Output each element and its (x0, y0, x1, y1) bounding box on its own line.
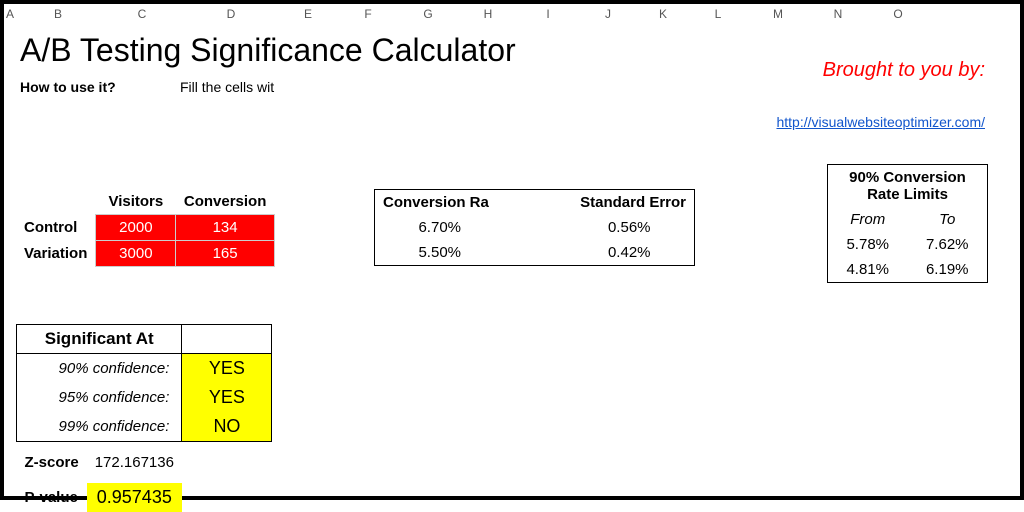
conf95-result: YES (182, 383, 272, 412)
col-j[interactable]: J (578, 4, 638, 24)
variation-stderr: 0.42% (565, 240, 695, 266)
conf99-result: NO (182, 412, 272, 442)
variation-visitors-input[interactable]: 3000 (96, 241, 176, 267)
col-a[interactable]: A (4, 4, 16, 24)
pvalue-value: 0.957435 (87, 483, 182, 512)
howto-label: How to use it? (20, 79, 180, 95)
col-b[interactable]: B (16, 4, 100, 24)
significance-table: Significant At 90% confidence:YES 95% co… (16, 324, 272, 512)
brought-by-text: Brought to you by: (823, 59, 985, 82)
conversion-rate-header: Conversion Ra (375, 190, 505, 216)
variation-label: Variation (16, 241, 96, 267)
col-n[interactable]: N (808, 4, 868, 24)
control-limit-from: 5.78% (828, 232, 908, 257)
limits-title: 90% Conversion Rate Limits (828, 165, 988, 208)
column-headers: A B C D E F G H I J K L M N O (4, 4, 1020, 24)
standard-error-header: Standard Error (565, 190, 695, 216)
variation-conversions-input[interactable]: 165 (176, 241, 275, 267)
control-limit-to: 7.62% (908, 232, 988, 257)
variation-limit-from: 4.81% (828, 257, 908, 283)
input-table: Visitors Conversion Control 2000 134 Var… (16, 189, 275, 267)
col-e[interactable]: E (278, 4, 338, 24)
control-rate: 6.70% (375, 215, 505, 240)
conf95-label: 95% confidence: (17, 383, 182, 412)
col-i[interactable]: I (518, 4, 578, 24)
visitors-header: Visitors (96, 189, 176, 215)
significant-at-title: Significant At (17, 325, 182, 354)
variation-rate: 5.50% (375, 240, 505, 266)
howto-text: Fill the cells wit (180, 79, 274, 95)
limits-to-header: To (908, 207, 988, 232)
conf90-result: YES (182, 354, 272, 384)
conversion-table: Conversion Ra Standard Error 6.70% 0.56%… (374, 189, 695, 266)
limits-from-header: From (828, 207, 908, 232)
zscore-label: Z-score (17, 450, 87, 475)
vwo-link[interactable]: http://visualwebsiteoptimizer.com/ (776, 114, 985, 130)
col-m[interactable]: M (748, 4, 808, 24)
col-d[interactable]: D (184, 4, 278, 24)
control-stderr: 0.56% (565, 215, 695, 240)
conf90-label: 90% confidence: (17, 354, 182, 384)
control-visitors-input[interactable]: 2000 (96, 215, 176, 241)
col-f[interactable]: F (338, 4, 398, 24)
conversions-header: Conversion (176, 189, 275, 215)
conf99-label: 99% confidence: (17, 412, 182, 442)
zscore-value: 172.167136 (87, 450, 182, 475)
pvalue-label: P-value (17, 483, 87, 512)
col-k[interactable]: K (638, 4, 688, 24)
control-conversions-input[interactable]: 134 (176, 215, 275, 241)
col-g[interactable]: G (398, 4, 458, 24)
col-o[interactable]: O (868, 4, 928, 24)
col-h[interactable]: H (458, 4, 518, 24)
control-label: Control (16, 215, 96, 241)
col-l[interactable]: L (688, 4, 748, 24)
variation-limit-to: 6.19% (908, 257, 988, 283)
limits-table: 90% Conversion Rate Limits From To 5.78%… (827, 164, 988, 283)
col-c[interactable]: C (100, 4, 184, 24)
